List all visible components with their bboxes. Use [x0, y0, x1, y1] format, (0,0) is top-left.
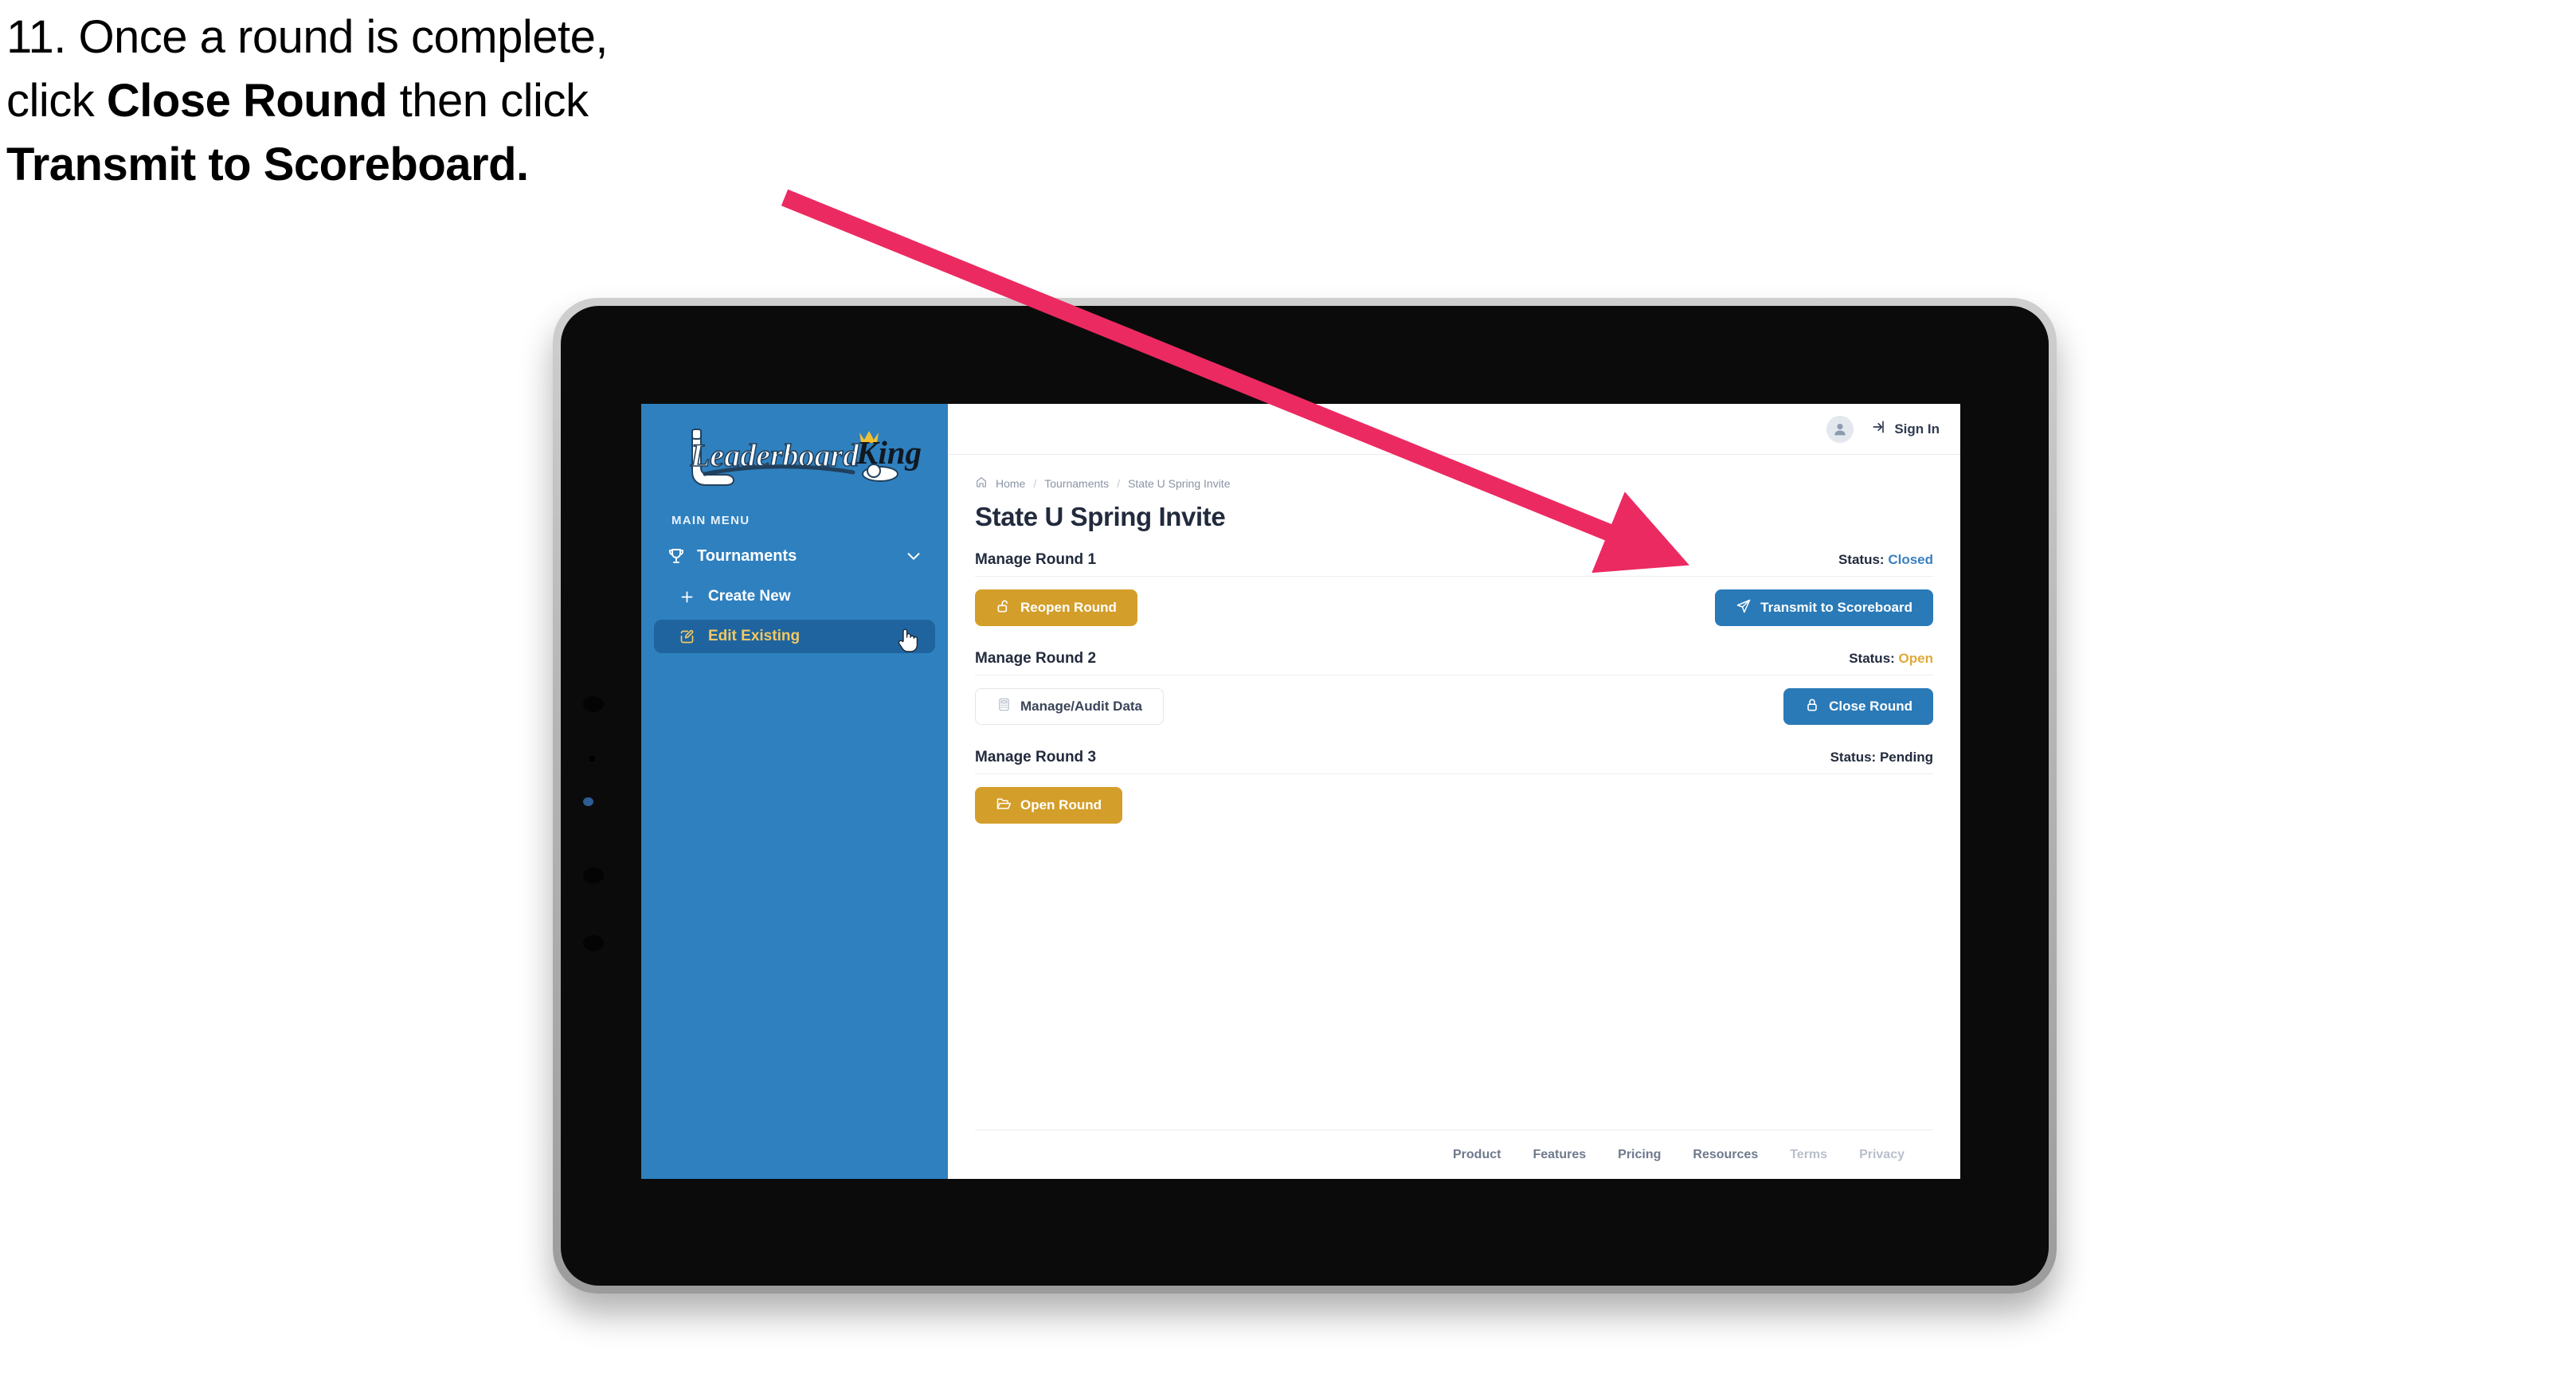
close-round-button[interactable]: Close Round — [1783, 688, 1933, 725]
round-block-2: Manage Round 2 Status: Open Manage/Audit… — [975, 650, 1933, 725]
footer-link-terms[interactable]: Terms — [1790, 1148, 1827, 1162]
folder-open-icon — [996, 796, 1012, 816]
unlock-icon — [996, 598, 1012, 618]
leaderboardking-logo-icon: Leaderboard King — [689, 429, 922, 486]
caption-line-2-post: then click — [387, 75, 589, 127]
round-title: Manage Round 3 — [975, 749, 1097, 765]
breadcrumb-item-current: State U Spring Invite — [1128, 476, 1231, 490]
footer-link-resources[interactable]: Resources — [1693, 1148, 1758, 1162]
screenshot-canvas: 11. Once a round is complete, click Clos… — [0, 0, 2576, 1386]
round-actions: Manage/Audit Data Close Round — [975, 688, 1933, 725]
edit-square-icon — [676, 626, 697, 647]
manage-audit-data-label: Manage/Audit Data — [1020, 699, 1143, 714]
round-title: Manage Round 2 — [975, 650, 1097, 667]
app-screen: Leaderboard King MAIN MENU Tournaments C… — [641, 404, 1960, 1179]
transmit-to-scoreboard-button[interactable]: Transmit to Scoreboard — [1715, 589, 1933, 626]
caption-line-2-bold: Close Round — [106, 75, 388, 127]
round-block-3: Manage Round 3 Status: Pending Open Roun… — [975, 749, 1933, 824]
round-status: Status: Pending — [1830, 750, 1933, 765]
device-micro-dot — [589, 756, 595, 762]
breadcrumb-item-tournaments[interactable]: Tournaments — [1044, 477, 1109, 490]
tablet-device-frame: Leaderboard King MAIN MENU Tournaments C… — [553, 298, 2057, 1294]
sign-in-button[interactable]: Sign In — [1871, 419, 1940, 439]
round-header: Manage Round 2 Status: Open — [975, 650, 1933, 675]
mouse-pointer-hand-cursor — [898, 628, 918, 652]
round-block-1: Manage Round 1 Status: Closed Reopen Rou… — [975, 551, 1933, 626]
app-logo[interactable]: Leaderboard King — [641, 417, 948, 499]
device-sensor-dot — [583, 696, 604, 712]
caption-line-3: Transmit to Scoreboard. — [6, 142, 883, 188]
round-status-label: Status: — [1838, 552, 1885, 567]
sign-in-arrow-icon — [1871, 419, 1887, 439]
sidebar-item-create-new[interactable]: Create New — [654, 580, 935, 613]
user-avatar-icon[interactable] — [1826, 415, 1854, 443]
caption-line-3-bold: Transmit to Scoreboard. — [6, 139, 529, 190]
round-status-label: Status: — [1849, 651, 1895, 666]
transmit-to-scoreboard-label: Transmit to Scoreboard — [1760, 600, 1912, 615]
footer-link-privacy[interactable]: Privacy — [1859, 1148, 1905, 1162]
device-indicator-light — [583, 797, 593, 806]
round-title: Manage Round 1 — [975, 551, 1097, 568]
page-body: Home / Tournaments / State U Spring Invi… — [948, 455, 1960, 1179]
round-status: Status: Closed — [1838, 552, 1933, 568]
sign-in-label: Sign In — [1894, 421, 1940, 437]
trophy-icon — [665, 545, 687, 567]
breadcrumb-item-home[interactable]: Home — [996, 477, 1025, 490]
device-speaker-dot — [583, 935, 604, 951]
tablet-bezel: Leaderboard King MAIN MENU Tournaments C… — [561, 306, 2049, 1286]
footer-link-product[interactable]: Product — [1453, 1148, 1501, 1162]
round-status-label: Status: — [1830, 750, 1877, 765]
reopen-round-label: Reopen Round — [1020, 600, 1117, 615]
chevron-down-icon[interactable] — [903, 546, 924, 566]
status-badge: Closed — [1888, 552, 1933, 567]
reopen-round-button[interactable]: Reopen Round — [975, 589, 1137, 626]
sidebar-item-edit-existing-label: Edit Existing — [708, 628, 801, 644]
lock-icon — [1804, 697, 1820, 717]
sidebar-item-create-new-label: Create New — [708, 588, 791, 605]
sidebar-item-tournaments[interactable]: Tournaments — [654, 538, 935, 574]
home-icon[interactable] — [975, 476, 988, 491]
device-camera-dot — [583, 867, 604, 883]
open-round-label: Open Round — [1020, 797, 1102, 812]
footer-link-features[interactable]: Features — [1533, 1148, 1586, 1162]
status-badge: Open — [1898, 651, 1933, 666]
round-header: Manage Round 1 Status: Closed — [975, 551, 1933, 577]
footer-link-pricing[interactable]: Pricing — [1618, 1148, 1661, 1162]
sidebar-item-tournaments-label: Tournaments — [697, 546, 797, 565]
caption-line-2: click Close Round then click — [6, 78, 883, 124]
sidebar-item-edit-existing[interactable]: Edit Existing — [654, 620, 935, 653]
round-header: Manage Round 3 Status: Pending — [975, 749, 1933, 774]
round-status: Status: Open — [1849, 651, 1933, 667]
breadcrumb-separator: / — [1033, 476, 1037, 490]
breadcrumb: Home / Tournaments / State U Spring Invi… — [975, 476, 1933, 491]
instruction-caption: 11. Once a round is complete, click Clos… — [6, 14, 883, 206]
plus-icon — [676, 586, 697, 607]
manage-audit-data-button[interactable]: Manage/Audit Data — [975, 688, 1165, 725]
status-badge: Pending — [1879, 750, 1933, 765]
close-round-label: Close Round — [1829, 699, 1912, 714]
open-round-button[interactable]: Open Round — [975, 787, 1122, 824]
breadcrumb-separator: / — [1117, 476, 1121, 490]
paper-plane-icon — [1736, 598, 1752, 618]
calculator-icon — [996, 697, 1012, 716]
page-title: State U Spring Invite — [975, 502, 1226, 531]
sidebar-section-label: MAIN MENU — [671, 514, 750, 527]
footer: Product Features Pricing Resources Terms… — [975, 1130, 1933, 1179]
main-content: Sign In Home / Tournaments / State U Spr… — [948, 404, 1960, 1179]
svg-text:King: King — [855, 434, 922, 471]
sidebar: Leaderboard King MAIN MENU Tournaments C… — [641, 404, 948, 1179]
top-bar: Sign In — [948, 404, 1960, 455]
round-actions: Reopen Round Transmit to Scoreboard — [975, 589, 1933, 626]
round-actions: Open Round — [975, 787, 1933, 824]
caption-line-1: 11. Once a round is complete, — [6, 11, 608, 63]
caption-line-2-pre: click — [6, 75, 107, 127]
